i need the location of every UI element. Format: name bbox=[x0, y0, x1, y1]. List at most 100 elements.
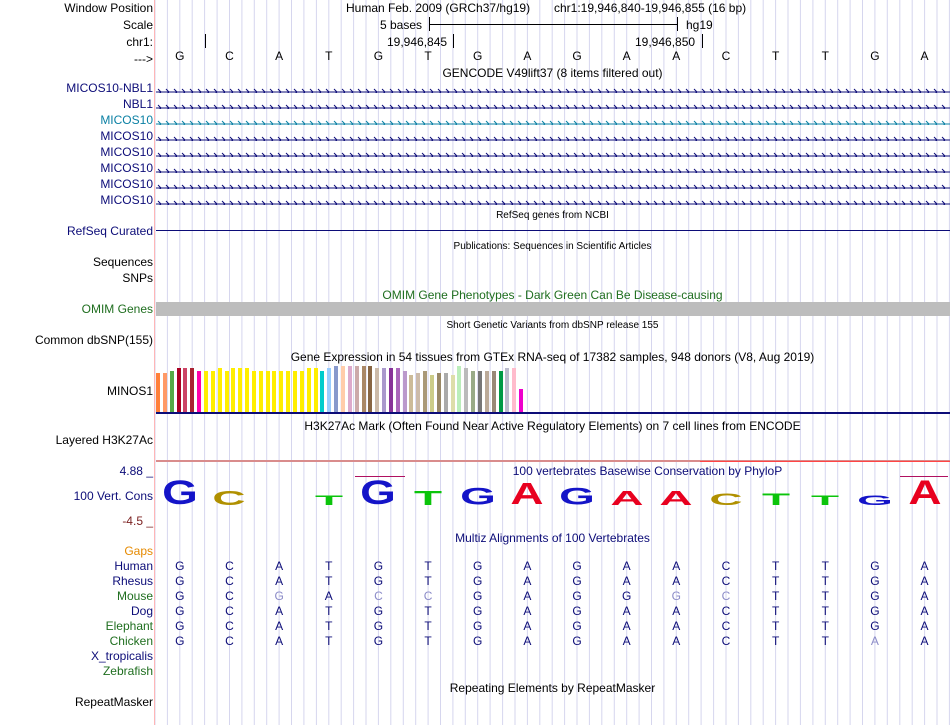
gtex-bar[interactable] bbox=[217, 368, 222, 412]
gtex-bar[interactable] bbox=[402, 371, 407, 412]
gtex-bar[interactable] bbox=[430, 375, 434, 412]
gencode-label[interactable]: MICOS10-NBL1 bbox=[66, 81, 153, 95]
gtex-bar[interactable] bbox=[505, 368, 510, 412]
h3k27-title: H3K27Ac Mark (Often Found Near Active Re… bbox=[304, 419, 801, 433]
scale-text: 5 bases bbox=[380, 18, 423, 32]
gencode-transcript[interactable] bbox=[156, 85, 950, 93]
gencode-label[interactable]: MICOS10 bbox=[100, 145, 153, 159]
cons-label[interactable]: 100 Vert. Cons bbox=[74, 489, 153, 503]
gtex-bar[interactable] bbox=[436, 373, 441, 412]
gtex-bar[interactable] bbox=[327, 368, 332, 412]
gtex-bar[interactable] bbox=[416, 373, 421, 412]
gtex-bar[interactable] bbox=[361, 366, 366, 412]
species-label[interactable]: Rhesus bbox=[112, 574, 153, 588]
gtex-bar[interactable] bbox=[272, 371, 277, 412]
gtex-bar[interactable] bbox=[313, 368, 318, 412]
gtex-bar[interactable] bbox=[457, 366, 462, 412]
gtex-bar[interactable] bbox=[210, 371, 215, 412]
gtex-bar[interactable] bbox=[450, 375, 455, 412]
gencode-transcript[interactable] bbox=[156, 197, 950, 205]
gencode-transcript[interactable] bbox=[156, 165, 950, 173]
gtex-bar[interactable] bbox=[443, 373, 448, 412]
pubs-label-snps[interactable]: SNPs bbox=[122, 271, 153, 285]
gtex-bar[interactable] bbox=[423, 371, 428, 412]
species-label[interactable]: Dog bbox=[131, 604, 153, 618]
gtex-bar[interactable] bbox=[293, 371, 297, 412]
gtex-bar[interactable] bbox=[238, 368, 243, 412]
alignment-base: A bbox=[672, 559, 681, 573]
gtex-bar[interactable] bbox=[251, 371, 256, 412]
species-label[interactable]: Elephant bbox=[106, 619, 153, 633]
gtex-bar[interactable] bbox=[375, 368, 380, 412]
base-letter: A bbox=[920, 49, 929, 63]
gencode-transcript[interactable] bbox=[156, 117, 950, 125]
gtex-bar[interactable] bbox=[190, 368, 195, 412]
dbsnp-label[interactable]: Common dbSNP(155) bbox=[35, 333, 153, 347]
omim-feature[interactable] bbox=[156, 302, 950, 316]
gencode-transcript[interactable] bbox=[156, 181, 950, 189]
gtex-bar[interactable] bbox=[512, 368, 517, 412]
gtex-bar[interactable] bbox=[299, 371, 304, 412]
gencode-transcript[interactable] bbox=[156, 133, 950, 141]
gencode-transcript[interactable] bbox=[156, 149, 950, 157]
gencode-label[interactable]: MICOS10 bbox=[100, 177, 153, 191]
gtex-bar[interactable] bbox=[368, 366, 373, 412]
gtex-bar[interactable] bbox=[388, 368, 393, 412]
alignment-base: G bbox=[274, 589, 284, 603]
refseq-label[interactable]: RefSeq Curated bbox=[67, 224, 153, 238]
gtex-bar[interactable] bbox=[471, 371, 476, 412]
gtex-bar[interactable] bbox=[265, 371, 270, 412]
species-label[interactable]: X_tropicalis bbox=[91, 649, 153, 663]
pubs-label-sequences[interactable]: Sequences bbox=[93, 255, 153, 269]
gtex-bar[interactable] bbox=[306, 368, 311, 412]
gtex-bar[interactable] bbox=[156, 373, 160, 412]
repeat-label[interactable]: RepeatMasker bbox=[75, 695, 153, 709]
gtex-baseline bbox=[156, 412, 950, 414]
gtex-bar[interactable] bbox=[347, 366, 352, 412]
base-letter: G bbox=[473, 49, 483, 63]
gtex-bar[interactable] bbox=[197, 371, 202, 412]
gtex-bar-chart[interactable] bbox=[156, 364, 536, 412]
species-label[interactable]: Chicken bbox=[110, 634, 153, 648]
alignment-base: G bbox=[373, 574, 384, 588]
gtex-bar[interactable] bbox=[484, 371, 489, 412]
gtex-bar[interactable] bbox=[477, 371, 482, 412]
gtex-bar[interactable] bbox=[162, 373, 167, 412]
gtex-bar[interactable] bbox=[203, 371, 208, 412]
alignment-base: A bbox=[920, 574, 929, 588]
gtex-bar[interactable] bbox=[354, 366, 359, 412]
gtex-bar[interactable] bbox=[169, 371, 174, 412]
gtex-label[interactable]: MINOS1 bbox=[107, 384, 153, 398]
species-label[interactable]: Zebrafish bbox=[103, 664, 153, 678]
gtex-bar[interactable] bbox=[258, 371, 263, 412]
h3k27-label[interactable]: Layered H3K27Ac bbox=[56, 433, 153, 447]
gtex-bar[interactable] bbox=[491, 371, 496, 412]
gtex-bar[interactable] bbox=[498, 371, 503, 412]
gtex-bar[interactable] bbox=[224, 371, 229, 412]
gtex-bar[interactable] bbox=[279, 371, 284, 412]
gencode-label[interactable]: MICOS10 bbox=[100, 193, 153, 207]
gencode-label[interactable]: MICOS10 bbox=[100, 113, 153, 127]
gtex-bar[interactable] bbox=[340, 366, 345, 412]
gtex-bar[interactable] bbox=[245, 368, 250, 412]
gtex-bar[interactable] bbox=[519, 389, 524, 412]
gtex-bar[interactable] bbox=[395, 368, 400, 412]
gtex-bar[interactable] bbox=[382, 368, 387, 412]
gencode-transcript[interactable] bbox=[156, 101, 950, 109]
refseq-line[interactable] bbox=[156, 230, 950, 231]
gtex-bar[interactable] bbox=[286, 371, 291, 412]
gencode-label[interactable]: MICOS10 bbox=[100, 161, 153, 175]
omim-label[interactable]: OMIM Genes bbox=[82, 302, 153, 316]
gtex-bar[interactable] bbox=[464, 368, 469, 412]
species-label[interactable]: Human bbox=[114, 559, 153, 573]
species-label[interactable]: Mouse bbox=[117, 589, 153, 603]
gtex-bar[interactable] bbox=[409, 375, 414, 412]
gtex-bar[interactable] bbox=[176, 368, 181, 412]
base-letter: T bbox=[821, 49, 829, 63]
gencode-label[interactable]: MICOS10 bbox=[100, 129, 153, 143]
gtex-bar[interactable] bbox=[334, 366, 339, 412]
gtex-bar[interactable] bbox=[231, 368, 236, 412]
gtex-bar[interactable] bbox=[183, 368, 188, 412]
gencode-label[interactable]: NBL1 bbox=[123, 97, 153, 111]
gtex-bar[interactable] bbox=[320, 371, 325, 412]
